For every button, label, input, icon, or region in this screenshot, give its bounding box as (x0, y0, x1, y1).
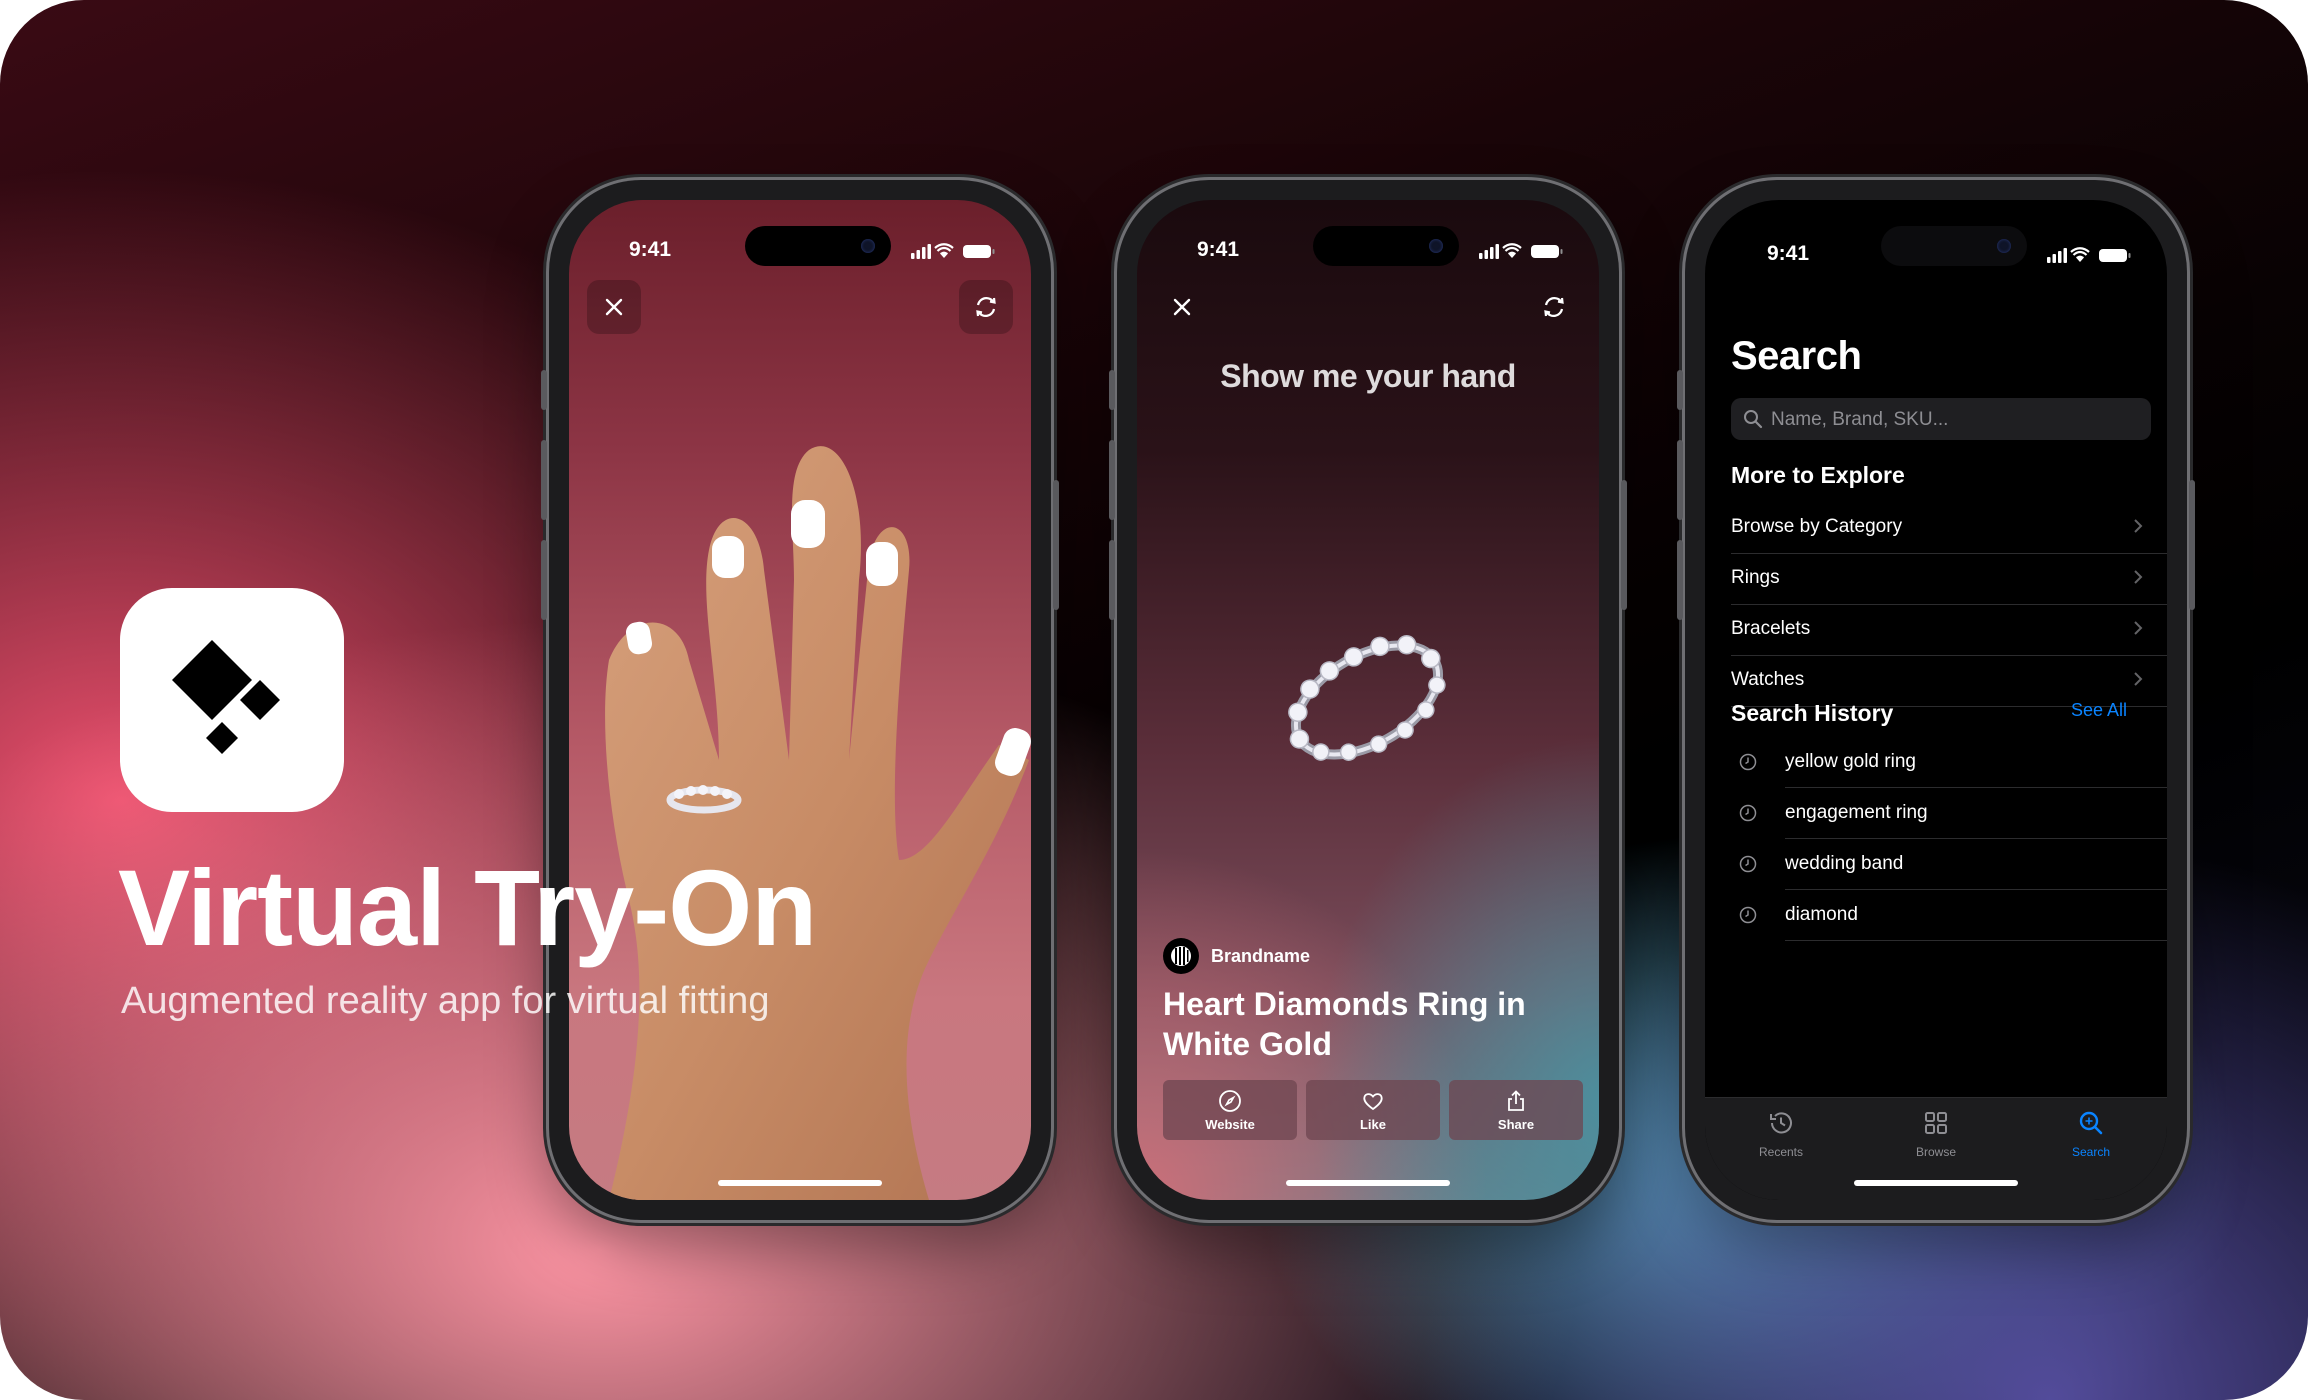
tryon-screen: 9:41 (569, 200, 1031, 1200)
status-time: 9:41 (1767, 242, 1810, 265)
website-button[interactable]: Website (1163, 1080, 1297, 1140)
website-label: Website (1205, 1116, 1255, 1132)
explore-item-label: Watches (1731, 669, 1805, 690)
clock-icon (1739, 753, 1757, 771)
explore-item-label: Rings (1731, 567, 1780, 588)
history-item-label: yellow gold ring (1785, 751, 1916, 772)
chevron-right-icon (2134, 621, 2143, 635)
history-item-label: diamond (1785, 904, 1858, 925)
home-indicator (718, 1180, 882, 1186)
status-icons (2047, 247, 2131, 263)
camera-flip-icon (1544, 297, 1564, 317)
search-icon (1744, 410, 1763, 429)
ring-model (1288, 635, 1446, 761)
phone-tryon: 9:41 (541, 180, 1059, 1220)
chevron-right-icon (2134, 570, 2143, 584)
product-actions: Website Like Share (1163, 1080, 1583, 1140)
tab-label: Browse (1915, 1145, 1956, 1159)
close-button[interactable] (587, 280, 641, 334)
diamond-logo-icon (172, 640, 280, 754)
status-time: 9:41 (1197, 238, 1240, 261)
clock-icon (1739, 906, 1757, 924)
search-input[interactable]: Name, Brand, SKU... (1731, 398, 2151, 440)
see-all-link[interactable]: See All (2071, 700, 2127, 721)
product-title: Heart Diamonds Ring in White Gold (1163, 986, 1526, 1062)
promo-banner: 9:41 Virtual Try-On Augmented reality ap… (0, 0, 2308, 1400)
explore-item-browse-by-category[interactable]: Browse by Category (1731, 502, 2167, 554)
tab-recents[interactable]: Recents (1721, 1108, 1841, 1159)
hand-prompt: Show me your hand (1220, 358, 1516, 394)
clock-icon (1739, 855, 1757, 873)
camera-flip-button[interactable] (959, 280, 1013, 334)
share-icon (1508, 1089, 1524, 1111)
explore-item-rings[interactable]: Rings (1731, 553, 2167, 605)
chevron-right-icon (2134, 672, 2143, 686)
brand-row[interactable]: Brandname (1163, 938, 1310, 974)
search-icon (2079, 1111, 2103, 1135)
search-screen: 9:41 Search Name, Brand, SKU... More to … (1705, 200, 2167, 1200)
clock-icon (1770, 1112, 1792, 1134)
history-item[interactable]: wedding band (1731, 839, 2167, 890)
heart-icon (1363, 1092, 1383, 1110)
camera-flip-icon (976, 297, 996, 317)
history-item-label: wedding band (1785, 853, 1904, 874)
share-button[interactable]: Share (1449, 1080, 1583, 1140)
hero-title: Virtual Try-On (118, 847, 817, 968)
explore-item-bracelets[interactable]: Bracelets (1731, 604, 2167, 656)
hero-subtitle: Augmented reality app for virtual fittin… (121, 980, 770, 1022)
close-button[interactable] (1155, 280, 1209, 334)
close-icon (1173, 298, 1191, 316)
phone-ring-preview: 9:41 Show me your hand Brandname Heart D… (1109, 180, 1627, 1220)
phone-search: 9:41 Search Name, Brand, SKU... More to … (1677, 180, 2195, 1220)
tab-label: Search (2071, 1145, 2111, 1159)
history-heading: Search History (1731, 700, 1894, 726)
tab-browse[interactable]: Browse (1876, 1108, 1996, 1159)
tab-search[interactable]: Search (2031, 1108, 2151, 1159)
search-placeholder: Name, Brand, SKU... (1771, 409, 1949, 430)
camera-flip-button[interactable] (1527, 280, 1581, 334)
brand-logo (1163, 938, 1199, 974)
explore-item-label: Bracelets (1731, 618, 1811, 639)
like-label: Like (1359, 1116, 1386, 1132)
home-indicator (1286, 1180, 1450, 1186)
like-button[interactable]: Like (1306, 1080, 1440, 1140)
ring-preview-screen: 9:41 Show me your hand Brandname Heart D… (1137, 200, 1599, 1200)
status-time: 9:41 (629, 238, 672, 261)
explore-heading: More to Explore (1731, 462, 1905, 488)
app-icon (120, 588, 344, 812)
status-icons (911, 243, 995, 259)
page-title: Search (1731, 334, 1862, 378)
status-icons (1479, 243, 1563, 259)
history-item-label: engagement ring (1785, 802, 1928, 823)
tab-label: Recents (1758, 1145, 1804, 1159)
history-item[interactable]: diamond (1731, 890, 2167, 941)
compass-icon (1219, 1089, 1241, 1112)
grid-icon (1925, 1112, 1947, 1134)
share-label: Share (1497, 1116, 1535, 1132)
close-icon (605, 298, 623, 316)
history-item[interactable]: engagement ring (1731, 788, 2167, 839)
brand-name: Brandname (1211, 945, 1311, 966)
home-indicator (1854, 1180, 2018, 1186)
chevron-right-icon (2134, 519, 2143, 533)
clock-icon (1739, 804, 1757, 822)
explore-item-label: Browse by Category (1731, 516, 1903, 537)
history-item[interactable]: yellow gold ring (1731, 737, 2167, 788)
hand-with-ring (605, 446, 1031, 1200)
